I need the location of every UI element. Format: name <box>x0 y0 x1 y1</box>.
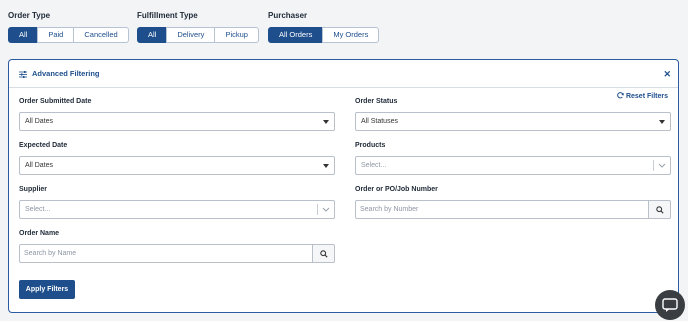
products-placeholder: Select... <box>361 162 387 169</box>
chat-icon <box>662 297 678 312</box>
advanced-filtering-panel: Advanced Filtering ✕ Reset Filters Order… <box>8 59 679 313</box>
expected-date-field: Expected Date All Dates <box>19 142 335 175</box>
order-status-label: Order Status <box>355 98 398 105</box>
chevron-down-icon <box>658 163 666 168</box>
order-type-segmented: All Paid Cancelled <box>8 27 129 43</box>
search-button[interactable] <box>313 244 335 263</box>
purchaser-my-orders[interactable]: My Orders <box>322 27 380 43</box>
supplier-placeholder: Select... <box>25 206 51 213</box>
order-number-label: Order or PO/Job Number <box>355 186 438 193</box>
order-submitted-date-field: Order Submitted Date All Dates <box>19 98 335 131</box>
order-type-cancelled[interactable]: Cancelled <box>73 27 129 43</box>
expected-date-select[interactable]: All Dates <box>19 156 335 175</box>
order-status-value: All Statuses <box>361 118 398 125</box>
select-separator <box>317 204 318 215</box>
order-number-input[interactable]: Search by Number <box>355 200 649 219</box>
fulfillment-type-all[interactable]: All <box>137 27 168 43</box>
products-select[interactable]: Select... <box>355 156 671 175</box>
order-name-field: Order Name Search by Name <box>19 230 335 263</box>
panel-header: Advanced Filtering ✕ <box>9 60 678 88</box>
order-submitted-date-value: All Dates <box>25 118 54 125</box>
order-number-field: Order or PO/Job Number Search by Number <box>355 186 671 219</box>
close-icon[interactable]: ✕ <box>663 69 671 80</box>
fulfillment-type-title: Fulfillment Type <box>137 11 198 20</box>
sliders-icon <box>19 65 27 83</box>
fulfillment-type-delivery[interactable]: Delivery <box>166 27 216 43</box>
order-type-all[interactable]: All <box>8 27 39 43</box>
purchaser-all-orders[interactable]: All Orders <box>268 27 324 43</box>
apply-filters-button[interactable]: Apply Filters <box>19 280 75 299</box>
purchaser-title: Purchaser <box>268 11 308 20</box>
search-button[interactable] <box>649 200 671 219</box>
supplier-field: Supplier Select... <box>19 186 335 219</box>
products-field: Products Select... <box>355 142 671 175</box>
supplier-label: Supplier <box>19 186 48 193</box>
expected-date-value: All Dates <box>25 162 54 169</box>
chevron-down-icon <box>322 207 330 212</box>
order-status-select[interactable]: All Statuses <box>355 112 671 131</box>
expected-date-label: Expected Date <box>19 142 68 149</box>
purchaser-filter: Purchaser All Orders My Orders <box>268 11 380 43</box>
purchaser-segmented: All Orders My Orders <box>268 27 380 43</box>
order-submitted-date-label: Order Submitted Date <box>19 98 92 105</box>
caret-down-icon <box>323 164 329 168</box>
order-type-filter: Order Type All Paid Cancelled <box>8 11 129 43</box>
order-submitted-date-select[interactable]: All Dates <box>19 112 335 131</box>
order-status-field: Order Status All Statuses <box>355 98 671 131</box>
caret-down-icon <box>323 120 329 124</box>
products-label: Products <box>355 142 386 149</box>
caret-down-icon <box>659 120 665 124</box>
order-type-title: Order Type <box>8 11 51 20</box>
order-type-paid[interactable]: Paid <box>37 27 75 43</box>
chat-button[interactable] <box>655 290 685 320</box>
order-name-search: Search by Name <box>19 244 335 263</box>
fulfillment-type-pickup[interactable]: Pickup <box>214 27 259 43</box>
fulfillment-type-filter: Fulfillment Type All Delivery Pickup <box>137 11 259 43</box>
order-number-search: Search by Number <box>355 200 671 219</box>
panel-title: Advanced Filtering <box>32 69 100 78</box>
order-name-input[interactable]: Search by Name <box>19 244 313 263</box>
search-icon <box>655 205 664 214</box>
supplier-select[interactable]: Select... <box>19 200 335 219</box>
fulfillment-type-segmented: All Delivery Pickup <box>137 27 259 43</box>
select-separator <box>653 160 654 171</box>
order-name-label: Order Name <box>19 230 60 237</box>
search-icon <box>319 249 328 258</box>
